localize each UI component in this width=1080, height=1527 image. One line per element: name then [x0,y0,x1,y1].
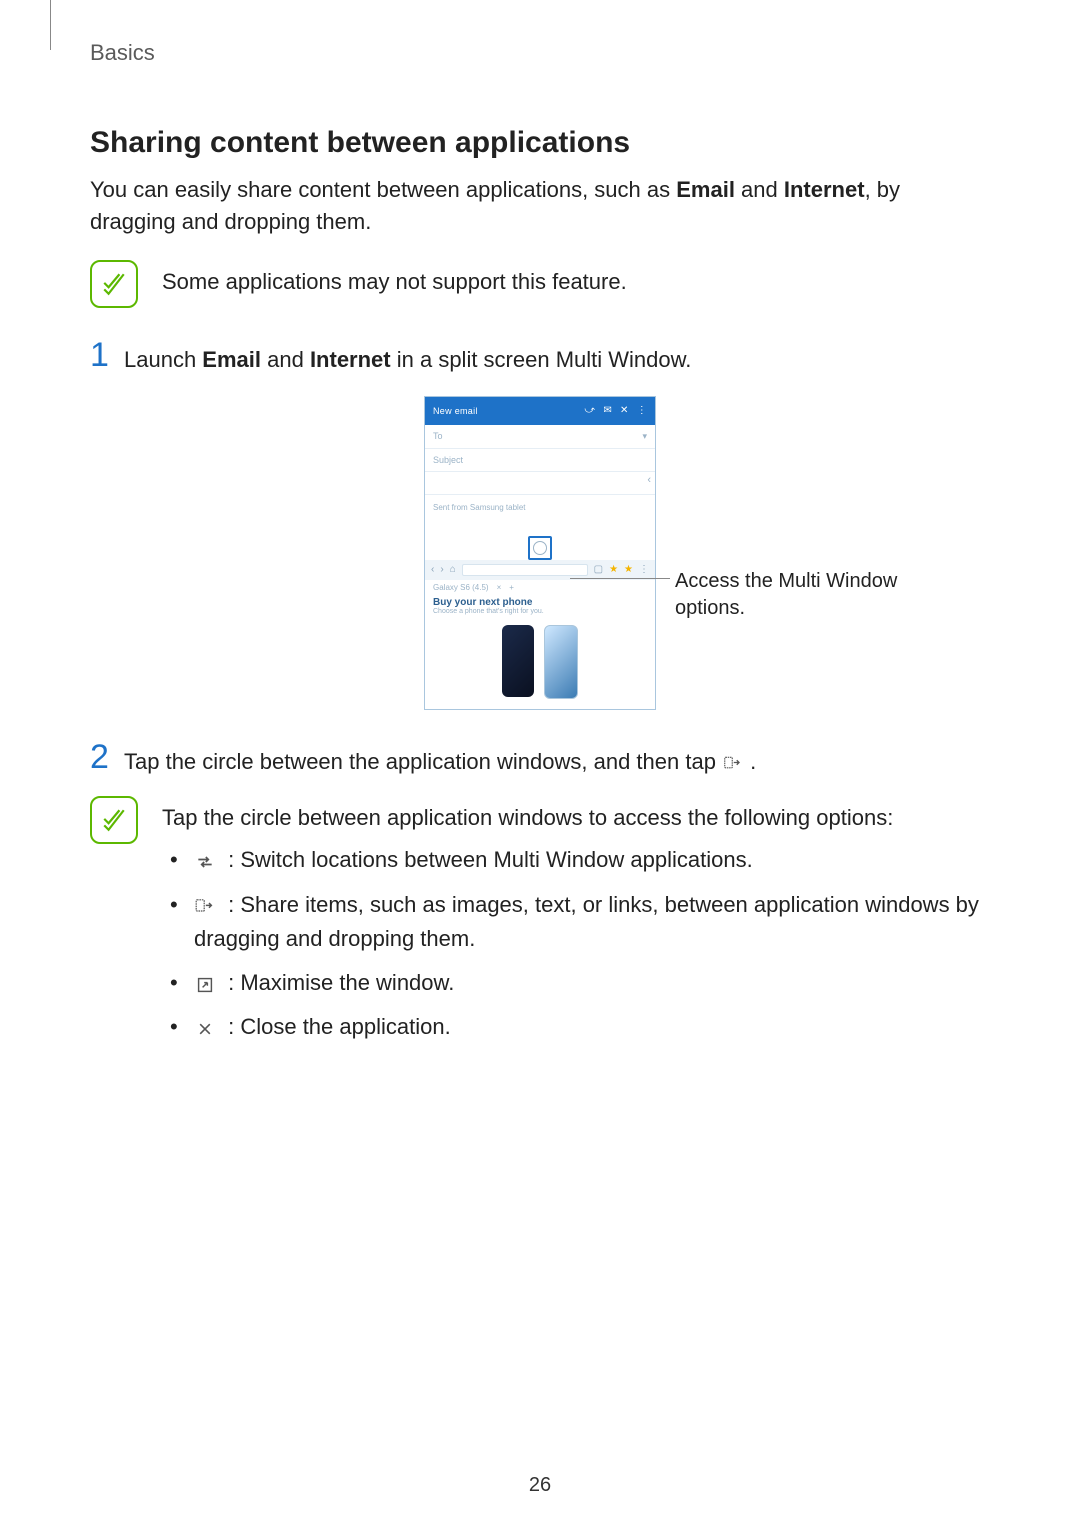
option-maximise: : Maximise the window. [170,966,990,1000]
drag-share-icon [722,755,744,773]
figure: New email ⤻ ✉ ✕ ⋮ To ▾ Subject ‹ Sent fr… [90,396,990,710]
product-images [425,619,655,709]
section-heading: Sharing content between applications [90,126,990,160]
browser-tab-strip: Galaxy S6 (4.5) × + [425,580,655,595]
text: and [735,177,784,202]
email-titlebar: New email ⤻ ✉ ✕ ⋮ [425,397,655,425]
text: . [750,749,756,774]
page-headline: Buy your next phone [425,595,655,608]
tab-close-icon: × [497,583,502,592]
step-number: 1 [90,338,124,372]
text: in a split screen Multi Window. [391,347,692,372]
app-email: Email [202,347,261,372]
more-icon: ⋮ [637,405,647,416]
split-screen-mock: New email ⤻ ✉ ✕ ⋮ To ▾ Subject ‹ Sent fr… [424,396,656,710]
star-icon: ★ [624,564,633,575]
option-text: : Close the application. [222,1014,451,1039]
callout-text: Access the Multi Window options. [675,568,935,622]
to-label: To [433,431,443,442]
tab-label: Galaxy S6 (4.5) [433,583,489,592]
callout-leader [570,578,670,579]
send-icon: ✉ [603,405,612,416]
email-signature: Sent from Samsung tablet [425,495,655,536]
text: and [261,347,310,372]
text: Launch [124,347,202,372]
app-internet: Internet [310,347,391,372]
option-close: : Close the application. [170,1010,990,1044]
page-number: 26 [0,1474,1080,1497]
new-tab-icon: + [509,583,514,592]
info-body: Tap the circle between application windo… [162,796,990,1054]
url-field [462,564,588,576]
email-body: ‹ [425,472,655,495]
phone-image-light [544,625,578,699]
breadcrumb: Basics [90,40,990,66]
close-icon [194,1020,216,1038]
note-icon [90,796,138,844]
step-text: Tap the circle between the application w… [124,740,990,778]
attach-icon: ⤻ [584,405,595,416]
star-icon: ★ [609,564,618,575]
subject-label: Subject [433,455,463,465]
text: You can easily share content between app… [90,177,676,202]
drag-share-icon [194,898,216,916]
maximise-icon [194,976,216,994]
switch-icon [194,853,216,871]
step-2: 2 Tap the circle between the application… [90,740,990,778]
note-icon [90,260,138,308]
email-title: New email [433,406,478,416]
options-list: : Switch locations between Multi Window … [162,843,990,1043]
page-subtext: Choose a phone that's right for you. [425,608,655,619]
info-block: Tap the circle between application windo… [90,796,990,1054]
note-block: Some applications may not support this f… [90,260,990,308]
multiwindow-handle-highlighted[interactable] [528,536,552,560]
phone-image-dark [502,625,534,697]
to-field: To ▾ [425,425,655,449]
browser-toolbar: ‹ › ⌂ ▢ ★ ★ ⋮ [425,560,655,580]
manual-page: Basics Sharing content between applicati… [0,0,1080,1527]
option-share: : Share items, such as images, text, or … [170,888,990,956]
intro-paragraph: You can easily share content between app… [90,174,990,238]
note-text: Some applications may not support this f… [162,260,990,298]
margin-rule [50,0,51,50]
step-1: 1 Launch Email and Internet in a split s… [90,338,990,376]
option-switch: : Switch locations between Multi Window … [170,843,990,877]
chevron-down-icon: ▾ [642,431,647,442]
option-text: : Share items, such as images, text, or … [194,892,979,951]
app-internet: Internet [784,177,865,202]
info-intro: Tap the circle between application windo… [162,802,990,834]
multiwindow-divider [425,536,655,560]
email-titlebar-icons: ⤻ ✉ ✕ ⋮ [584,405,647,416]
step-number: 2 [90,740,124,774]
app-email: Email [676,177,735,202]
text: Tap the circle between the application w… [124,749,722,774]
forward-icon: › [440,564,443,575]
option-text: : Maximise the window. [222,970,454,995]
home-icon: ⌂ [450,564,456,575]
close-icon: ✕ [620,405,629,416]
tabs-icon: ▢ [594,564,603,575]
more-icon: ⋮ [639,564,649,575]
subject-field: Subject [425,449,655,472]
step-text: Launch Email and Internet in a split scr… [124,338,990,376]
option-text: : Switch locations between Multi Window … [222,847,753,872]
collapse-icon: ‹ [647,474,651,486]
back-icon: ‹ [431,564,434,575]
